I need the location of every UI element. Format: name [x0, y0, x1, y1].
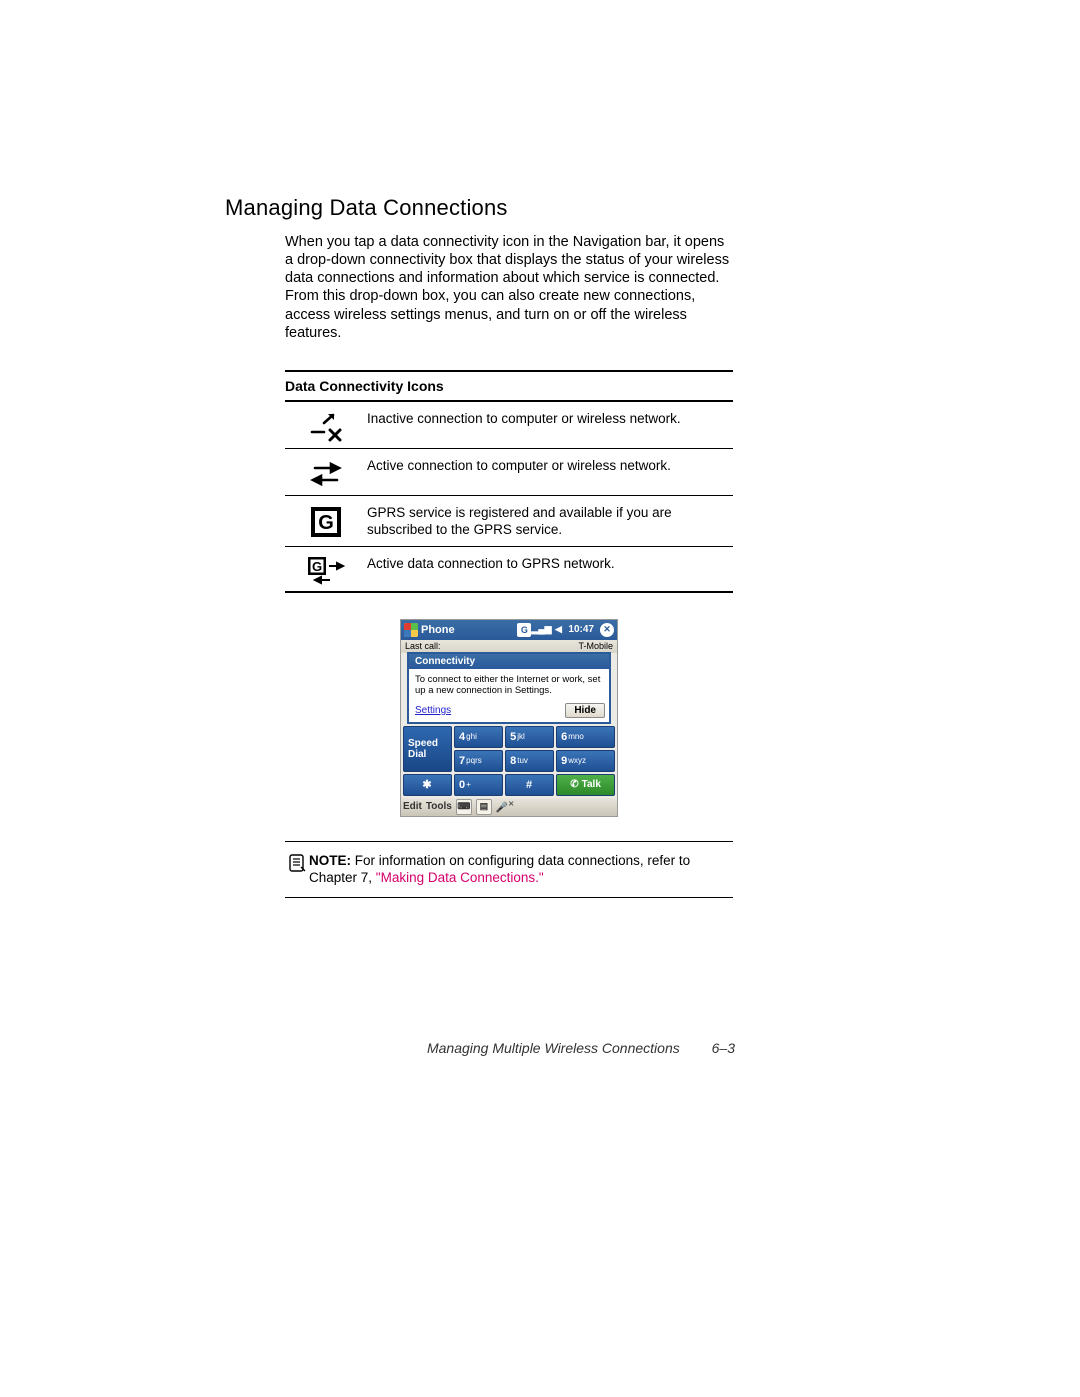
- key-7[interactable]: 7pqrs: [454, 750, 503, 772]
- tools-menu[interactable]: Tools: [426, 801, 452, 812]
- key-6[interactable]: 6mno: [556, 726, 615, 748]
- intro-paragraph: When you tap a data connectivity icon in…: [285, 233, 735, 342]
- svg-text:G: G: [312, 559, 322, 574]
- section-title: Managing Data Connections: [225, 195, 735, 221]
- key-hash[interactable]: #: [505, 774, 554, 796]
- active-connection-icon: [285, 455, 367, 489]
- icon-description: Active data connection to GPRS network.: [367, 553, 733, 573]
- key-0[interactable]: 0+: [454, 774, 503, 796]
- gprs-status-icon[interactable]: G: [517, 623, 531, 637]
- icon-description: GPRS service is registered and available…: [367, 502, 733, 539]
- window-titlebar: Phone G ▂▄▆ ◀ 10:47 ✕: [401, 620, 617, 640]
- table-row: Inactive connection to computer or wirel…: [285, 402, 733, 449]
- edit-menu[interactable]: Edit: [403, 801, 422, 812]
- start-icon[interactable]: [404, 623, 418, 637]
- gprs-active-icon: G: [285, 553, 367, 585]
- phone-icon: ✆: [570, 779, 578, 790]
- note-block: NOTE: For information on configuring dat…: [285, 841, 733, 898]
- clock[interactable]: 10:47: [568, 624, 594, 635]
- note-link[interactable]: "Making Data Connections.": [376, 870, 544, 885]
- mute-icon[interactable]: 🎤✕: [496, 800, 514, 813]
- table-row: G GPRS service is registered and availab…: [285, 496, 733, 547]
- table-row: Active connection to computer or wireles…: [285, 449, 733, 496]
- hide-button[interactable]: Hide: [565, 703, 605, 718]
- inactive-connection-icon: [285, 408, 367, 442]
- icon-description: Inactive connection to computer or wirel…: [367, 408, 733, 428]
- note-label: NOTE:: [309, 853, 351, 868]
- key-9[interactable]: 9wxyz: [556, 750, 615, 772]
- notes-icon[interactable]: ▤: [476, 799, 492, 815]
- note-text: NOTE: For information on configuring dat…: [309, 852, 733, 887]
- connectivity-popup: Connectivity To connect to either the In…: [407, 652, 611, 724]
- page-number: 6–3: [712, 1040, 735, 1056]
- key-4[interactable]: 4ghi: [454, 726, 503, 748]
- carrier-label: T-Mobile: [578, 641, 613, 651]
- gprs-available-icon: G: [285, 502, 367, 540]
- table-header: Data Connectivity Icons: [285, 372, 733, 402]
- close-icon[interactable]: ✕: [600, 623, 614, 637]
- key-5[interactable]: 5jkl: [505, 726, 554, 748]
- popup-body: To connect to either the Internet or wor…: [409, 669, 609, 701]
- footer-title: Managing Multiple Wireless Connections: [427, 1040, 680, 1056]
- table-row: G Active data connection to GPRS network…: [285, 547, 733, 593]
- talk-button[interactable]: ✆ Talk: [556, 774, 615, 796]
- bottom-menu-bar: Edit Tools ⌨ ▤ 🎤✕: [401, 798, 617, 816]
- popup-title: Connectivity: [409, 654, 609, 669]
- device-screenshot: Phone G ▂▄▆ ◀ 10:47 ✕ Last call: T-Mobil…: [285, 619, 733, 817]
- last-call-label: Last call:: [405, 641, 441, 651]
- page-footer: Managing Multiple Wireless Connections 6…: [225, 1040, 735, 1056]
- app-title: Phone: [421, 624, 455, 636]
- key-8[interactable]: 8tuv: [505, 750, 554, 772]
- speed-dial-button[interactable]: Speed Dial: [403, 726, 452, 772]
- icon-description: Active connection to computer or wireles…: [367, 455, 733, 475]
- note-icon: [285, 852, 309, 873]
- data-connectivity-icons-table: Data Connectivity Icons: [285, 370, 733, 593]
- phone-keypad: 4ghi 5jkl 6mno Speed Dial 7pqrs 8tuv 9wx…: [403, 726, 615, 796]
- signal-icon[interactable]: ▂▄▆: [534, 623, 548, 637]
- sip-keyboard-icon[interactable]: ⌨: [456, 799, 472, 815]
- svg-text:G: G: [318, 512, 334, 534]
- settings-link[interactable]: Settings: [415, 705, 451, 716]
- speaker-icon[interactable]: ◀: [551, 623, 565, 637]
- key-star[interactable]: ✱: [403, 774, 452, 796]
